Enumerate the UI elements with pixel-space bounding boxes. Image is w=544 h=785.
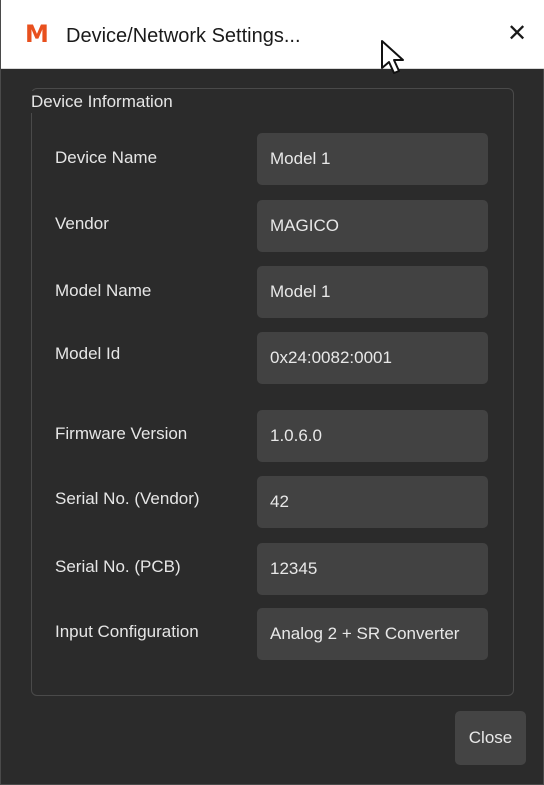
mouse-cursor-icon bbox=[381, 40, 404, 74]
serial-no-vendor-label: Serial No. (Vendor) bbox=[55, 489, 200, 508]
title-bar[interactable]: M Device/Network Settings... ✕ bbox=[1, 0, 544, 69]
model-id-field[interactable]: 0x24:0082:0001 bbox=[257, 332, 488, 384]
vendor-field[interactable]: MAGICO bbox=[257, 200, 488, 252]
model-name-label: Model Name bbox=[55, 281, 152, 300]
close-icon[interactable]: ✕ bbox=[499, 18, 535, 50]
device-name-field[interactable]: Model 1 bbox=[257, 133, 488, 185]
model-id-label: Model Id bbox=[55, 344, 121, 363]
input-configuration-label: Input Configuration bbox=[55, 622, 199, 641]
firmware-version-label: Firmware Version bbox=[55, 424, 188, 443]
vendor-label: Vendor bbox=[55, 214, 109, 233]
settings-window: M Device/Network Settings... ✕ Device In… bbox=[0, 0, 544, 785]
close-button[interactable]: Close bbox=[455, 711, 526, 765]
model-name-field[interactable]: Model 1 bbox=[257, 266, 488, 318]
device-name-label: Device Name bbox=[55, 148, 158, 167]
serial-no-vendor-field[interactable]: 42 bbox=[257, 476, 488, 528]
serial-no-pcb-field[interactable]: 12345 bbox=[257, 543, 488, 595]
app-logo: M bbox=[25, 20, 49, 48]
window-title: Device/Network Settings... bbox=[66, 25, 301, 47]
serial-no-pcb-label: Serial No. (PCB) bbox=[55, 557, 181, 576]
input-configuration-field[interactable]: Analog 2 + SR Converter bbox=[257, 608, 488, 660]
firmware-version-field[interactable]: 1.0.6.0 bbox=[257, 410, 488, 462]
group-title: Device Information bbox=[27, 91, 177, 113]
